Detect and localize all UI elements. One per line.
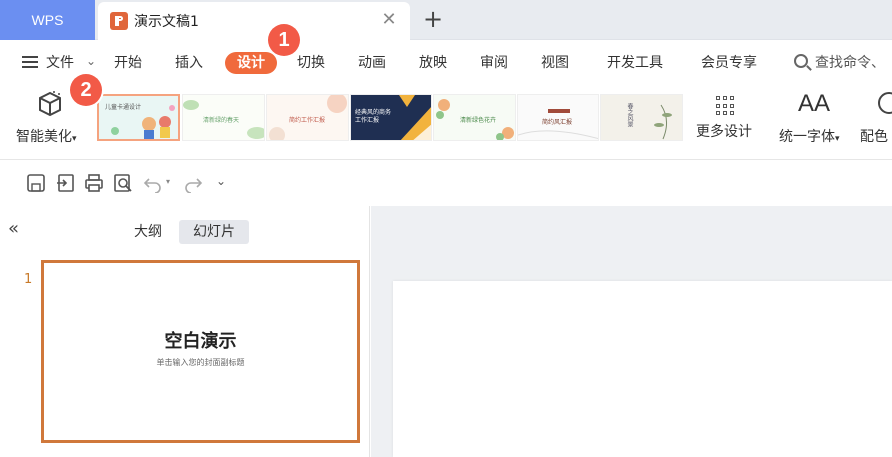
slide-panel: « 大纲 幻灯片 1 空白演示 单击输入您的封面副标题	[0, 206, 370, 457]
tab-developer[interactable]: 开发工具	[607, 52, 663, 74]
menu-bar: 文件 ⌄ 开始 插入 设计 切换 动画 放映 审阅 视图 开发工具 会员专享 查…	[0, 40, 892, 84]
slide-number: 1	[24, 272, 33, 287]
tab-design[interactable]: 设计	[225, 52, 277, 74]
tab-transition[interactable]: 切换	[297, 52, 325, 74]
export-icon[interactable]	[56, 173, 76, 193]
unify-font-button[interactable]: 统一字体▾	[779, 126, 840, 146]
print-preview-icon[interactable]	[113, 173, 133, 193]
undo-dropdown-icon[interactable]: ▾	[166, 177, 170, 186]
template-thumbnail[interactable]: 简约风汇报	[517, 94, 599, 141]
collapse-panel-icon[interactable]: «	[8, 218, 19, 239]
step-badge-1: 1	[268, 24, 300, 56]
template-thumbnail[interactable]: 清新绿的春天	[182, 94, 265, 141]
document-tab[interactable]: 演示文稿1 ✕	[98, 2, 410, 40]
tab-bar: WPS 演示文稿1 ✕ +	[0, 0, 892, 40]
more-designs-button[interactable]: 更多设计	[696, 121, 752, 141]
tab-insert[interactable]: 插入	[175, 52, 203, 74]
save-icon[interactable]	[26, 173, 46, 193]
tab-slideshow[interactable]: 放映	[419, 52, 447, 74]
print-icon[interactable]	[84, 173, 104, 193]
template-thumbnail[interactable]: 春之风景	[600, 94, 683, 141]
wps-home-tab[interactable]: WPS	[0, 0, 95, 40]
tab-review[interactable]: 审阅	[480, 52, 508, 74]
customize-toolbar-icon[interactable]: ⌄	[216, 174, 226, 188]
tab-view[interactable]: 视图	[541, 52, 569, 74]
close-icon[interactable]: ✕	[380, 11, 398, 29]
command-search-input[interactable]: 查找命令、	[815, 52, 885, 74]
search-icon[interactable]	[794, 54, 808, 68]
undo-icon[interactable]	[143, 173, 163, 193]
template-thumbnail[interactable]: 经典风的商务工作汇报	[350, 94, 432, 141]
file-menu[interactable]: 文件	[46, 52, 74, 74]
quick-access-toolbar: ▾ ⌄	[0, 160, 892, 206]
color-scheme-button[interactable]: 配色	[860, 126, 888, 146]
font-icon[interactable]: AA	[798, 90, 830, 118]
document-title: 演示文稿1	[134, 14, 199, 30]
presentation-file-icon	[110, 12, 128, 30]
step-badge-2: 2	[70, 74, 102, 106]
redo-icon[interactable]	[183, 173, 203, 193]
slide-title: 空白演示	[164, 331, 237, 352]
slide-thumbnail[interactable]: 空白演示 单击输入您的封面副标题	[41, 260, 360, 443]
chevron-down-icon[interactable]: ⌄	[86, 54, 96, 68]
slide-editor[interactable]	[393, 281, 892, 457]
template-thumbnail[interactable]: 简约工作汇报	[266, 94, 349, 141]
tab-outline[interactable]: 大纲	[120, 220, 176, 244]
tab-animation[interactable]: 动画	[358, 52, 386, 74]
tab-membership[interactable]: 会员专享	[701, 52, 757, 74]
smart-beautify-button[interactable]: 智能美化▾	[16, 126, 77, 146]
design-ribbon: 智能美化▾ 儿童卡通设计 清新绿的春天 简约工作汇报 经典风的商务工作汇报 清新…	[0, 84, 892, 160]
template-thumbnail[interactable]: 清新绿色花卉	[433, 94, 516, 141]
plus-icon[interactable]: +	[422, 6, 444, 32]
tab-slides[interactable]: 幻灯片	[179, 220, 249, 244]
palette-icon[interactable]	[878, 92, 892, 114]
tab-home[interactable]: 开始	[114, 52, 142, 74]
smart-beautify-icon[interactable]	[36, 90, 64, 118]
slide-subtitle: 单击输入您的封面副标题	[156, 358, 245, 367]
hamburger-menu-icon[interactable]	[22, 56, 38, 68]
editing-canvas	[371, 206, 892, 457]
grid-icon[interactable]	[716, 96, 736, 116]
template-thumbnail[interactable]: 儿童卡通设计	[97, 94, 180, 141]
